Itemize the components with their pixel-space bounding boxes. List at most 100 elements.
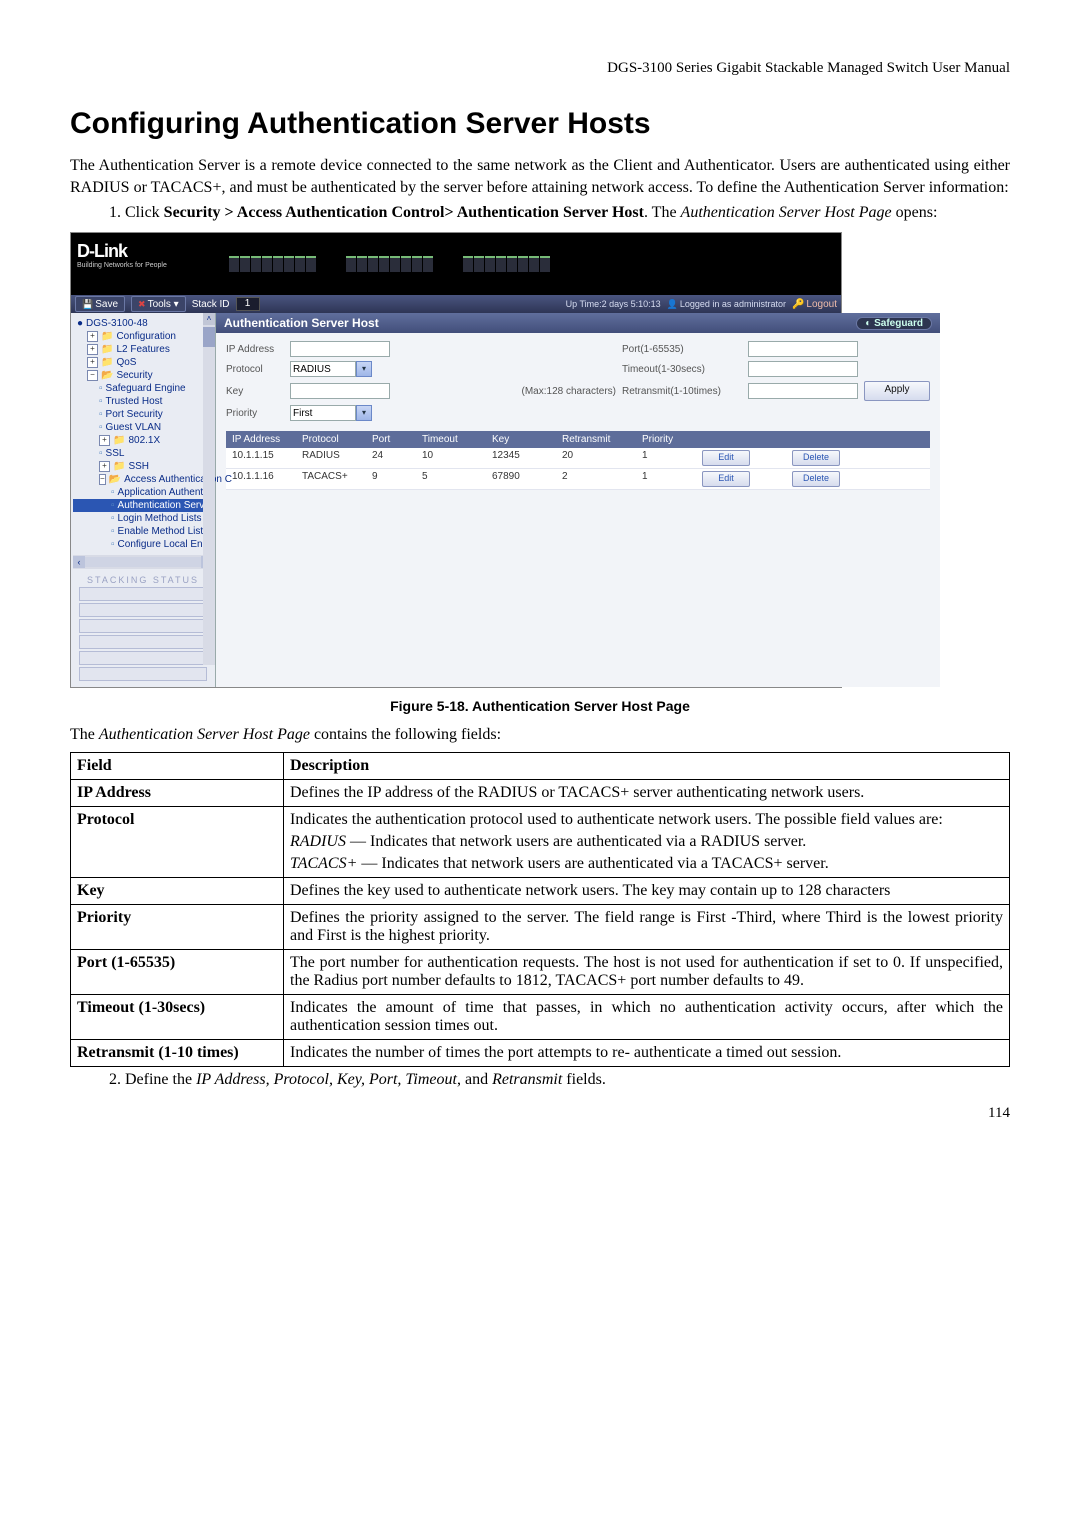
step-1: Click Security > Access Authentication C… (125, 204, 1010, 222)
tree-qos[interactable]: +📁QoS (73, 356, 213, 369)
field-priority-desc: Defines the priority assigned to the ser… (284, 904, 1010, 949)
col-ip: IP Address (226, 431, 296, 448)
tree-root[interactable]: ●DGS-3100-48 (73, 317, 213, 330)
apply-button[interactable]: Apply (864, 381, 930, 401)
key-hint: (Max:128 characters) (396, 386, 616, 397)
content-panel: Authentication Server Host ◐ Safeguard I… (216, 313, 940, 687)
field-protocol-desc: Indicates the authentication protocol us… (284, 806, 1010, 877)
field-ip-desc: Defines the IP address of the RADIUS or … (284, 779, 1010, 806)
manual-header: DGS-3100 Series Gigabit Stackable Manage… (70, 60, 1010, 77)
tree-enable-method-lists[interactable]: ▫Enable Method Lists (73, 525, 213, 538)
ip-input[interactable] (290, 341, 390, 357)
stack-id-label: Stack ID (192, 299, 230, 310)
intro-paragraph: The Authentication Server is a remote de… (70, 155, 1010, 198)
chevron-down-icon[interactable]: ▾ (356, 361, 372, 377)
chevron-down-icon[interactable]: ▾ (356, 405, 372, 421)
tree-configuration[interactable]: +📁Configuration (73, 330, 213, 343)
th-description: Description (284, 752, 1010, 779)
col-protocol: Protocol (296, 431, 366, 448)
col-retransmit: Retransmit (556, 431, 636, 448)
sidebar-scrollbar[interactable]: ˄ (203, 313, 215, 665)
col-key: Key (486, 431, 556, 448)
priority-label: Priority (226, 408, 284, 419)
step-2: Define the IP Address, Protocol, Key, Po… (125, 1071, 1010, 1089)
nav-tree: ˄ ●DGS-3100-48 +📁Configuration +📁L2 Feat… (71, 313, 216, 687)
tree-safeguard-engine[interactable]: ▫Safeguard Engine (73, 382, 213, 395)
stack-id-select[interactable]: 1 (236, 297, 260, 311)
stack-unit-row (79, 651, 207, 665)
safeguard-badge: ◐ Safeguard (856, 317, 932, 330)
delete-button[interactable]: Delete (792, 471, 840, 487)
tree-ssh[interactable]: +📁SSH (73, 460, 213, 473)
field-port-name: Port (1-65535) (71, 949, 284, 994)
table-row: 10.1.1.16 TACACS+ 9 5 67890 2 1 Edit Del… (226, 469, 930, 490)
delete-button[interactable]: Delete (792, 450, 840, 466)
timeout-input[interactable] (748, 361, 858, 377)
app-screenshot: D-Link Building Networks for People Save… (70, 232, 842, 688)
page-number: 114 (70, 1105, 1010, 1122)
key-input[interactable] (290, 383, 390, 399)
field-ip-name: IP Address (71, 779, 284, 806)
protocol-select[interactable] (290, 361, 356, 377)
edit-button[interactable]: Edit (702, 471, 750, 487)
figure-caption: Figure 5-18. Authentication Server Host … (70, 698, 1010, 714)
uptime-text: Up Time:2 days 5:10:13 (566, 299, 661, 309)
tools-menu[interactable]: Tools ▾ (131, 296, 186, 312)
field-retransmit-desc: Indicates the number of times the port a… (284, 1039, 1010, 1066)
tree-guest-vlan[interactable]: ▫Guest VLAN (73, 421, 213, 434)
tree-ssl[interactable]: ▫SSL (73, 447, 213, 460)
retransmit-label: Retransmit(1-10times) (622, 386, 742, 397)
priority-select[interactable] (290, 405, 356, 421)
col-priority: Priority (636, 431, 696, 448)
field-protocol-name: Protocol (71, 806, 284, 877)
contains-paragraph: The Authentication Server Host Page cont… (70, 724, 1010, 746)
tree-port-security[interactable]: ▫Port Security (73, 408, 213, 421)
toolbar: Save Tools ▾ Stack ID 1 Up Time:2 days 5… (71, 295, 841, 313)
stacking-status-label: STACKING STATUS (73, 575, 213, 585)
port-strip (223, 233, 841, 295)
field-timeout-name: Timeout (1-30secs) (71, 994, 284, 1039)
edit-button[interactable]: Edit (702, 450, 750, 466)
page-title: Configuring Authentication Server Hosts (70, 107, 1010, 141)
field-port-desc: The port number for authentication reque… (284, 949, 1010, 994)
col-port: Port (366, 431, 416, 448)
col-timeout: Timeout (416, 431, 486, 448)
tree-trusted-host[interactable]: ▫Trusted Host (73, 395, 213, 408)
save-button[interactable]: Save (75, 296, 125, 312)
field-priority-name: Priority (71, 904, 284, 949)
table-row: 10.1.1.15 RADIUS 24 10 12345 20 1 Edit D… (226, 448, 930, 469)
protocol-label: Protocol (226, 364, 284, 375)
field-key-name: Key (71, 877, 284, 904)
app-header: D-Link Building Networks for People (71, 233, 841, 295)
stack-unit-row (79, 635, 207, 649)
brand-logo: D-Link Building Networks for People (71, 233, 223, 295)
tree-application-authentication[interactable]: ▫Application Authentic (73, 486, 213, 499)
tree-security[interactable]: −📂Security (73, 369, 213, 382)
key-label: Key (226, 386, 284, 397)
port-label: Port(1-65535) (622, 344, 742, 355)
sidebar-hscroll[interactable]: ‹› (73, 555, 213, 569)
stack-unit-row (79, 587, 207, 601)
field-key-desc: Defines the key used to authenticate net… (284, 877, 1010, 904)
tree-l2-features[interactable]: +📁L2 Features (73, 343, 213, 356)
port-input[interactable] (748, 341, 858, 357)
field-retransmit-name: Retransmit (1-10 times) (71, 1039, 284, 1066)
field-timeout-desc: Indicates the amount of time that passes… (284, 994, 1010, 1039)
stack-unit-row (79, 619, 207, 633)
tree-access-auth-control[interactable]: −📂Access Authentication C (73, 473, 213, 486)
retransmit-input[interactable] (748, 383, 858, 399)
tree-authentication-server[interactable]: ▫Authentication Serve (73, 499, 213, 512)
timeout-label: Timeout(1-30secs) (622, 364, 742, 375)
stack-unit-row (79, 603, 207, 617)
th-field: Field (71, 752, 284, 779)
server-table: IP Address Protocol Port Timeout Key Ret… (226, 431, 930, 490)
tree-login-method-lists[interactable]: ▫Login Method Lists (73, 512, 213, 525)
tree-configure-local-enable[interactable]: ▫Configure Local Enab (73, 538, 213, 551)
ip-label: IP Address (226, 344, 284, 355)
logged-in-text: Logged in as administrator (667, 299, 786, 310)
logout-link[interactable]: Logout (792, 299, 837, 310)
tree-8021x[interactable]: +📁802.1X (73, 434, 213, 447)
stack-unit-row (79, 667, 207, 681)
fields-table: Field Description IP Address Defines the… (70, 752, 1010, 1067)
panel-title: Authentication Server Host ◐ Safeguard (216, 313, 940, 333)
